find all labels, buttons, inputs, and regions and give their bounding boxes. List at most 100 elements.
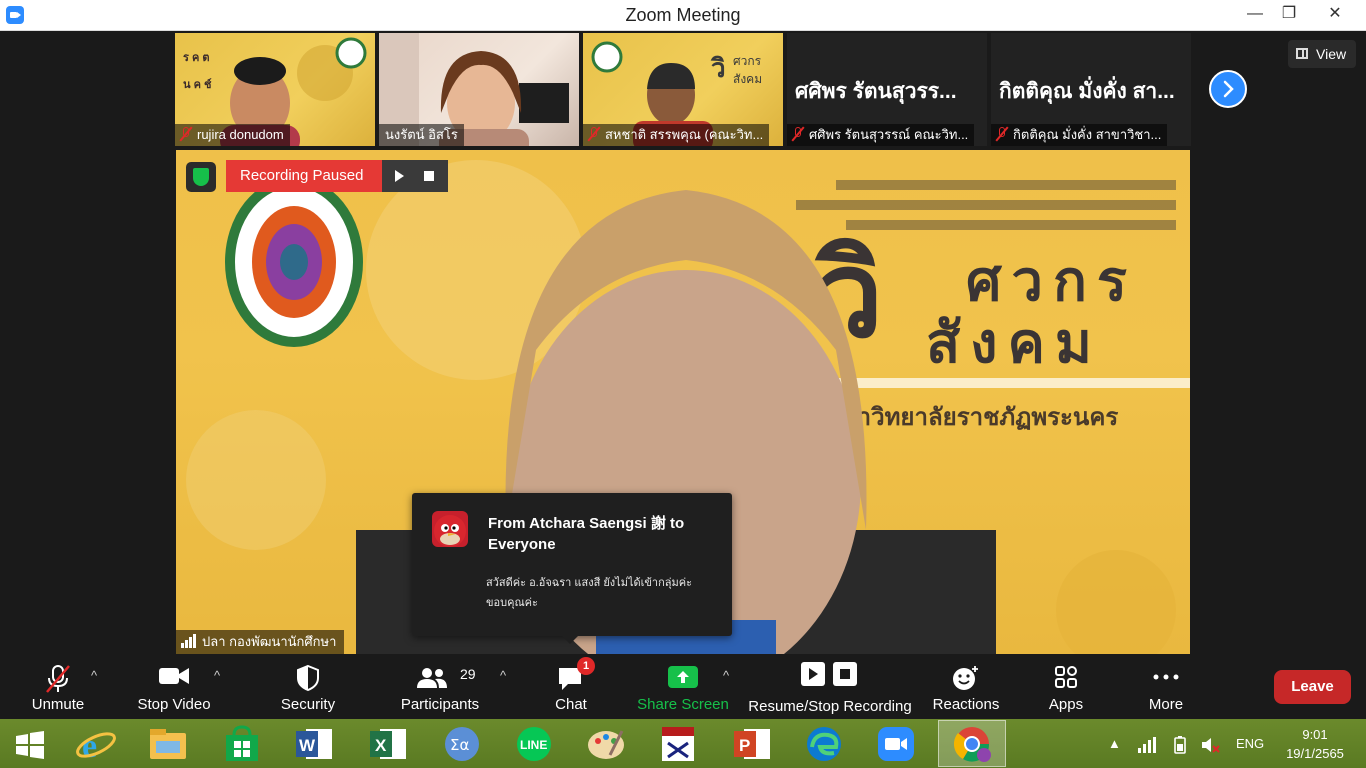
muted-mic-icon xyxy=(793,127,803,141)
window-title: Zoom Meeting xyxy=(625,5,741,25)
sender-avatar xyxy=(432,511,468,547)
meeting-toolbar: Unmute ^ Stop Video ^ Security 29 Partic… xyxy=(0,654,1366,719)
maximize-button[interactable]: ❐ xyxy=(1266,0,1312,30)
svg-text:P: P xyxy=(739,736,750,755)
reactions-button[interactable]: Reactions xyxy=(926,654,1006,719)
unmute-button[interactable]: Unmute xyxy=(18,654,98,719)
svg-text:ร ค ต: ร ค ต xyxy=(183,52,210,64)
network-icon[interactable] xyxy=(1138,719,1156,768)
excel-icon[interactable]: X xyxy=(366,725,410,763)
participant-name: rujira donudom xyxy=(175,124,290,146)
clock[interactable]: 9:01 19/1/2565 xyxy=(1278,725,1352,763)
chat-unread-badge: 1 xyxy=(577,657,595,675)
close-button[interactable]: ✕ xyxy=(1312,0,1358,30)
participant-tile[interactable]: วิ ศวกร สังคม สหชาติ สรรพคุณ (คณะวิท... xyxy=(583,33,783,146)
share-options-caret[interactable]: ^ xyxy=(723,668,729,683)
video-camera-icon xyxy=(159,668,189,684)
apps-button[interactable]: Apps xyxy=(1030,654,1102,719)
edge-icon[interactable] xyxy=(802,725,846,763)
svg-text:น ค ช์: น ค ช์ xyxy=(183,78,212,91)
paint-icon[interactable] xyxy=(584,725,628,763)
reactions-label: Reactions xyxy=(932,696,1000,713)
participants-icon xyxy=(416,668,447,688)
volume-muted-icon[interactable] xyxy=(1200,719,1220,768)
more-label: More xyxy=(1148,696,1184,713)
svg-text:สังคม: สังคม xyxy=(733,72,762,86)
view-button[interactable]: View xyxy=(1288,40,1356,68)
participants-button[interactable]: 29 Participants xyxy=(398,654,482,719)
participant-tile[interactable]: ร ค ต น ค ช์ rujira donudom xyxy=(175,33,375,146)
word-icon[interactable]: W xyxy=(292,725,336,763)
muted-mic-icon xyxy=(589,127,599,141)
participant-name: กิตติคุณ มั่งคั่ง สาขาวิชา... xyxy=(991,124,1168,146)
chat-button[interactable]: 1 Chat xyxy=(538,654,604,719)
chat-message: สวัสดีค่ะ อ.อัจฉรา แสงสี ยังไม่ได้เข้ากล… xyxy=(486,577,693,609)
more-dots-icon xyxy=(1153,674,1179,680)
recording-control-icons xyxy=(395,170,434,182)
tray-overflow-icon[interactable]: ▲ xyxy=(1108,719,1121,768)
recording-label: Resume/Stop Recording xyxy=(748,698,912,715)
security-button[interactable]: Security xyxy=(270,654,346,719)
more-button[interactable]: More xyxy=(1130,654,1202,719)
language-indicator[interactable]: ENG xyxy=(1236,719,1264,768)
svg-text:วิ: วิ xyxy=(711,53,726,83)
svg-text:W: W xyxy=(299,736,316,755)
muted-mic-icon xyxy=(181,127,191,141)
resume-stop-recording-button[interactable]: Resume/Stop Recording xyxy=(744,654,916,719)
participant-display-name: ศศิพร รัตนสุวรร... xyxy=(795,80,957,103)
stop-video-button[interactable]: Stop Video xyxy=(130,654,218,719)
svg-text:ศวกร: ศวกร xyxy=(733,54,762,68)
security-shield-icon[interactable] xyxy=(186,162,216,192)
leave-button[interactable]: Leave xyxy=(1274,670,1351,704)
start-icon[interactable] xyxy=(8,725,52,763)
svg-text:e: e xyxy=(82,728,97,763)
file-explorer-icon[interactable] xyxy=(146,725,190,763)
stop-icon xyxy=(424,171,434,181)
svg-text:ศวกร: ศวกร xyxy=(966,249,1137,312)
participants-options-caret[interactable]: ^ xyxy=(500,668,506,683)
participant-tile[interactable]: ศศิพร รัตนสุวรร... ศศิพร รัตนสุวรรณ์ คณะ… xyxy=(787,33,987,146)
lisrel-icon[interactable] xyxy=(656,725,700,763)
participants-count: 29 xyxy=(460,666,476,682)
toast-pointer xyxy=(562,636,578,644)
title-bar: Zoom Meeting — ❐ ✕ xyxy=(0,0,1366,31)
line-icon[interactable]: LINE xyxy=(512,725,556,763)
muted-microphone-icon xyxy=(46,665,70,693)
grid-icon xyxy=(1296,48,1308,59)
video-options-caret[interactable]: ^ xyxy=(214,668,220,683)
calculator-icon[interactable]: Σα xyxy=(440,725,484,763)
chrome-icon[interactable] xyxy=(950,725,994,763)
signal-strength-icon xyxy=(181,634,196,648)
participant-tile[interactable]: กิตติคุณ มั่งคั่ง สา... กิตติคุณ มั่งคั่… xyxy=(991,33,1191,146)
windows-taskbar: e W X Σα LINE P ▲ ENG 9:01 19/1/2565 xyxy=(0,719,1366,768)
resume-icon xyxy=(395,170,404,182)
recording-indicator: Recording Paused xyxy=(226,160,448,192)
chat-notification[interactable]: From Atchara Saengsi 謝 to Everyone สวัสด… xyxy=(412,493,732,644)
zoom-icon[interactable] xyxy=(874,725,918,763)
clock-date: 19/1/2565 xyxy=(1286,746,1344,761)
chat-sender: From Atchara Saengsi 謝 to Everyone xyxy=(488,515,685,553)
participant-tile[interactable]: นงรัตน์ อิสโร xyxy=(379,33,579,146)
powerpoint-icon[interactable]: P xyxy=(730,725,774,763)
participant-name: สหชาติ สรรพคุณ (คณะวิท... xyxy=(583,124,770,146)
store-icon[interactable] xyxy=(220,725,264,763)
chevron-right-icon xyxy=(1223,80,1234,98)
internet-explorer-icon[interactable]: e xyxy=(74,725,118,765)
svg-text:มหาวิทยาลัยราชภัฏพระนคร: มหาวิทยาลัยราชภัฏพระนคร xyxy=(826,404,1118,431)
apps-label: Apps xyxy=(1048,696,1084,713)
next-page-button[interactable] xyxy=(1209,70,1247,108)
battery-icon[interactable] xyxy=(1170,719,1190,768)
share-screen-button[interactable]: Share Screen xyxy=(636,654,730,719)
security-label: Security xyxy=(280,696,336,713)
participants-label: Participants xyxy=(400,696,480,713)
share-screen-label: Share Screen xyxy=(637,696,729,713)
smiley-plus-icon xyxy=(953,666,978,690)
participant-name: นงรัตน์ อิสโร xyxy=(379,124,464,146)
angry-bird-avatar-icon xyxy=(434,515,466,547)
shield-icon xyxy=(297,664,319,692)
participant-display-name: กิตติคุณ มั่งคั่ง สา... xyxy=(999,80,1175,103)
audio-options-caret[interactable]: ^ xyxy=(91,668,97,683)
speaker-name-label: ปลา กองพัฒนานักศึกษา xyxy=(176,630,345,654)
view-label: View xyxy=(1316,46,1347,62)
chat-label: Chat xyxy=(555,696,587,713)
